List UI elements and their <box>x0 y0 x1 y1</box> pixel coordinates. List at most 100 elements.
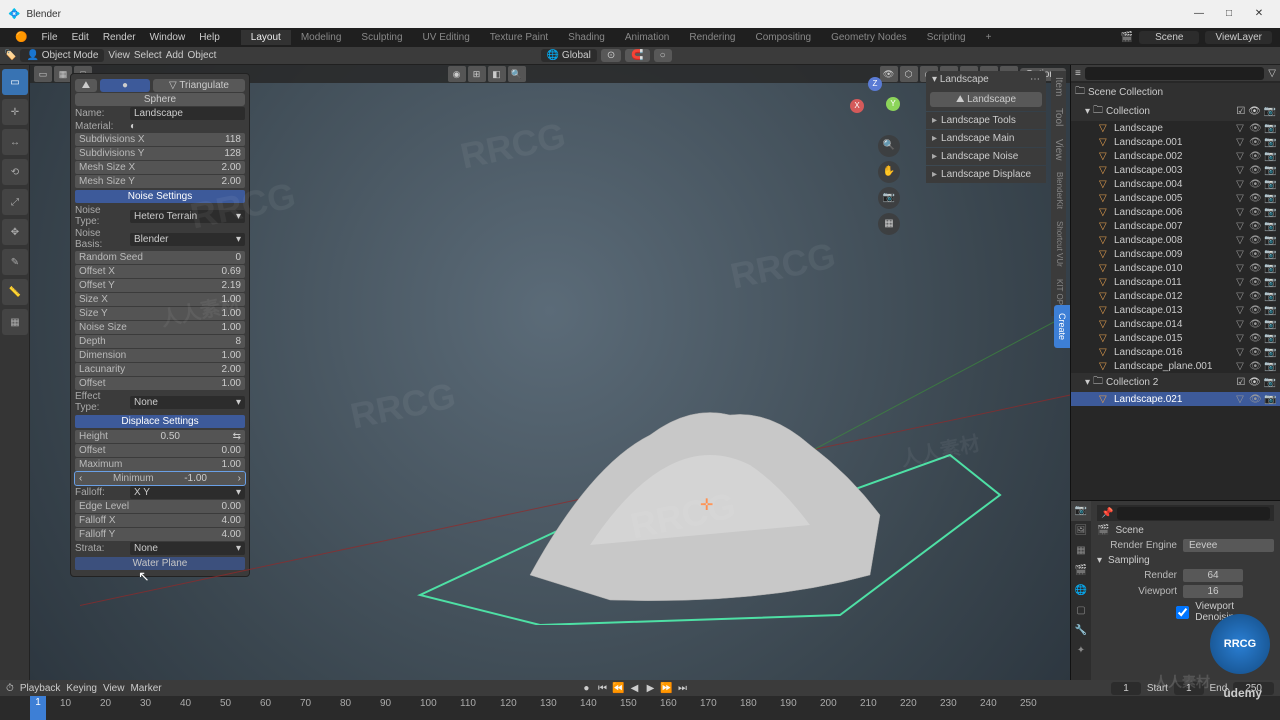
modifier-icon[interactable]: ▽ <box>1234 137 1246 148</box>
tab-tool[interactable]: Tool <box>1051 102 1066 132</box>
modifier-icon[interactable]: ▽ <box>1234 221 1246 232</box>
modifier-icon[interactable]: ▽ <box>1234 179 1246 190</box>
outliner-item[interactable]: ▽Landscape.015▽👁📷 <box>1071 331 1280 345</box>
outliner-item-selected[interactable]: ▽ Landscape.021 ▽ 👁 📷 <box>1071 392 1280 406</box>
playhead[interactable]: 1 <box>30 696 46 720</box>
outliner-item[interactable]: ▽Landscape.014▽👁📷 <box>1071 317 1280 331</box>
eye-icon[interactable]: 👁 <box>1249 263 1261 274</box>
eye-icon[interactable]: 👁 <box>1249 123 1261 134</box>
navigation-gizmo[interactable]: Z X Y <box>850 77 900 127</box>
modifier-icon[interactable]: ▽ <box>1234 347 1246 358</box>
menu-select[interactable]: Select <box>134 50 162 61</box>
landscape-noise-section[interactable]: ▸Landscape Noise <box>926 148 1046 165</box>
menu-view[interactable]: View <box>108 50 130 61</box>
minimize-button[interactable]: — <box>1186 5 1212 23</box>
tab-add[interactable]: + <box>976 30 1002 45</box>
random-seed-input[interactable]: Random Seed0 <box>75 251 245 264</box>
chevron-right-icon[interactable]: › <box>238 473 241 484</box>
landscape-refresh-button[interactable]: ⛰ Landscape <box>930 92 1042 107</box>
menu-help[interactable]: Help <box>192 30 227 45</box>
blender-icon[interactable]: 🟠 <box>8 30 34 45</box>
noise-size-input[interactable]: Noise Size1.00 <box>75 321 245 334</box>
tab-sculpting[interactable]: Sculpting <box>351 30 412 45</box>
eye-icon[interactable]: 👁 <box>1249 151 1261 162</box>
offset-x-input[interactable]: Offset X0.69 <box>75 265 245 278</box>
proportional-button[interactable]: ○ <box>654 49 672 62</box>
timeline-keying-menu[interactable]: Keying <box>66 683 97 694</box>
eye-icon[interactable]: 👁 <box>1249 221 1261 232</box>
noise-offset-input[interactable]: Offset1.00 <box>75 377 245 390</box>
prop-tab-viewlayer[interactable]: ▦ <box>1071 541 1091 561</box>
tool-cursor[interactable]: ✛ <box>2 99 28 125</box>
link-icon[interactable]: ⇆ <box>233 431 241 442</box>
timeline-editor-icon[interactable]: ⏱ <box>6 683 14 694</box>
eye-icon[interactable]: 👁 <box>1249 291 1261 302</box>
landscape-displace-section[interactable]: ▸Landscape Displace <box>926 166 1046 183</box>
prop-tab-scene[interactable]: 🎬 <box>1071 561 1091 581</box>
outliner-item[interactable]: ▽Landscape.002▽👁📷 <box>1071 149 1280 163</box>
landscape-main-section[interactable]: ▸Landscape Main <box>926 130 1046 147</box>
sampling-header[interactable]: ▾Sampling <box>1097 555 1274 566</box>
tool-rotate[interactable]: ⟲ <box>2 159 28 185</box>
panel-icon[interactable]: ⛰ <box>75 79 97 92</box>
axis-y-icon[interactable]: Y <box>886 97 900 111</box>
modifier-icon[interactable]: ▽ <box>1234 123 1246 134</box>
outliner-search-input[interactable] <box>1085 67 1264 80</box>
eye-icon[interactable]: 👁 <box>1249 235 1261 246</box>
falloff-select[interactable]: X Y▾ <box>130 486 245 499</box>
gizmo-icon[interactable]: ⬡ <box>900 66 918 82</box>
timeline-ruler[interactable]: 1 10203040506070809010011012013014015016… <box>0 696 1280 720</box>
mode-selector[interactable]: 👤 Object Mode <box>20 49 104 62</box>
outliner-item[interactable]: ▽Landscape.016▽👁📷 <box>1071 345 1280 359</box>
camera-icon[interactable]: 📷 <box>1264 361 1276 372</box>
prop-tab-render[interactable]: 📷 <box>1071 501 1091 521</box>
noise-basis-select[interactable]: Blender▾ <box>130 233 245 246</box>
panel-options-icon[interactable]: ⋯ <box>1030 74 1040 85</box>
modifier-icon[interactable]: ▽ <box>1234 207 1246 218</box>
camera-icon[interactable]: 📷 <box>1264 151 1276 162</box>
modifier-icon[interactable]: ▽ <box>1234 151 1246 162</box>
outliner-item[interactable]: ▽Landscape.005▽👁📷 <box>1071 191 1280 205</box>
keyframe-next-icon[interactable]: ⏩ <box>659 683 673 694</box>
camera-icon[interactable]: 📷 <box>1264 207 1276 218</box>
editor-type-icon[interactable]: 🏷️ <box>4 50 16 61</box>
tab-blenderkit[interactable]: BlenderKit <box>1051 166 1066 215</box>
tab-texture[interactable]: Texture Paint <box>480 30 558 45</box>
tool-add-cube[interactable]: ▦ <box>2 309 28 335</box>
menu-add[interactable]: Add <box>166 50 184 61</box>
overlay-toggle-icon[interactable]: ⊞ <box>468 66 486 82</box>
prop-tab-output[interactable]: 🖼 <box>1071 521 1091 541</box>
camera-icon[interactable]: 📷 <box>1264 305 1276 316</box>
scene-selector[interactable]: Scene <box>1139 31 1199 44</box>
outliner-item[interactable]: ▽Landscape_plane.001▽👁📷 <box>1071 359 1280 373</box>
tab-animation[interactable]: Animation <box>615 30 679 45</box>
play-icon[interactable]: ▶ <box>643 683 657 694</box>
camera-view-icon[interactable]: 📷 <box>878 187 900 209</box>
menu-window[interactable]: Window <box>143 30 193 45</box>
strata-select[interactable]: None▾ <box>130 542 245 555</box>
outliner-item[interactable]: ▽Landscape.011▽👁📷 <box>1071 275 1280 289</box>
modifier-icon[interactable]: ▽ <box>1234 263 1246 274</box>
viewlayer-selector[interactable]: ViewLayer <box>1205 31 1272 44</box>
triangulate-toggle[interactable]: ▽ Triangulate <box>153 79 245 92</box>
disp-offset-input[interactable]: Offset0.00 <box>75 444 245 457</box>
depth-input[interactable]: Depth8 <box>75 335 245 348</box>
falloff-y-input[interactable]: Falloff Y4.00 <box>75 528 245 541</box>
outliner-item[interactable]: ▽Landscape.009▽👁📷 <box>1071 247 1280 261</box>
axis-x-icon[interactable]: X <box>850 99 864 113</box>
tab-geonodes[interactable]: Geometry Nodes <box>821 30 917 45</box>
camera-icon[interactable]: 📷 <box>1264 277 1276 288</box>
landscape-panel-header[interactable]: ▾ Landscape⋯ <box>926 71 1046 88</box>
xray-icon[interactable]: ◧ <box>488 66 506 82</box>
denoise-checkbox[interactable] <box>1176 606 1189 619</box>
eye-icon[interactable]: 👁 <box>1249 193 1261 204</box>
outliner-item[interactable]: ▽Landscape.010▽👁📷 <box>1071 261 1280 275</box>
jump-end-icon[interactable]: ⏭ <box>675 683 689 694</box>
chevron-left-icon[interactable]: ‹ <box>79 473 82 484</box>
height-input[interactable]: Height0.50 ⇆ <box>75 430 245 443</box>
landscape-mesh[interactable] <box>410 315 1010 625</box>
modifier-icon[interactable]: ▽ <box>1234 305 1246 316</box>
sphere-button[interactable]: Sphere <box>75 93 245 106</box>
collection-row[interactable]: ▾🗀Collection☑ 👁 📷 <box>1071 102 1280 121</box>
mesh-size-y-input[interactable]: Mesh Size Y2.00 <box>75 175 245 188</box>
